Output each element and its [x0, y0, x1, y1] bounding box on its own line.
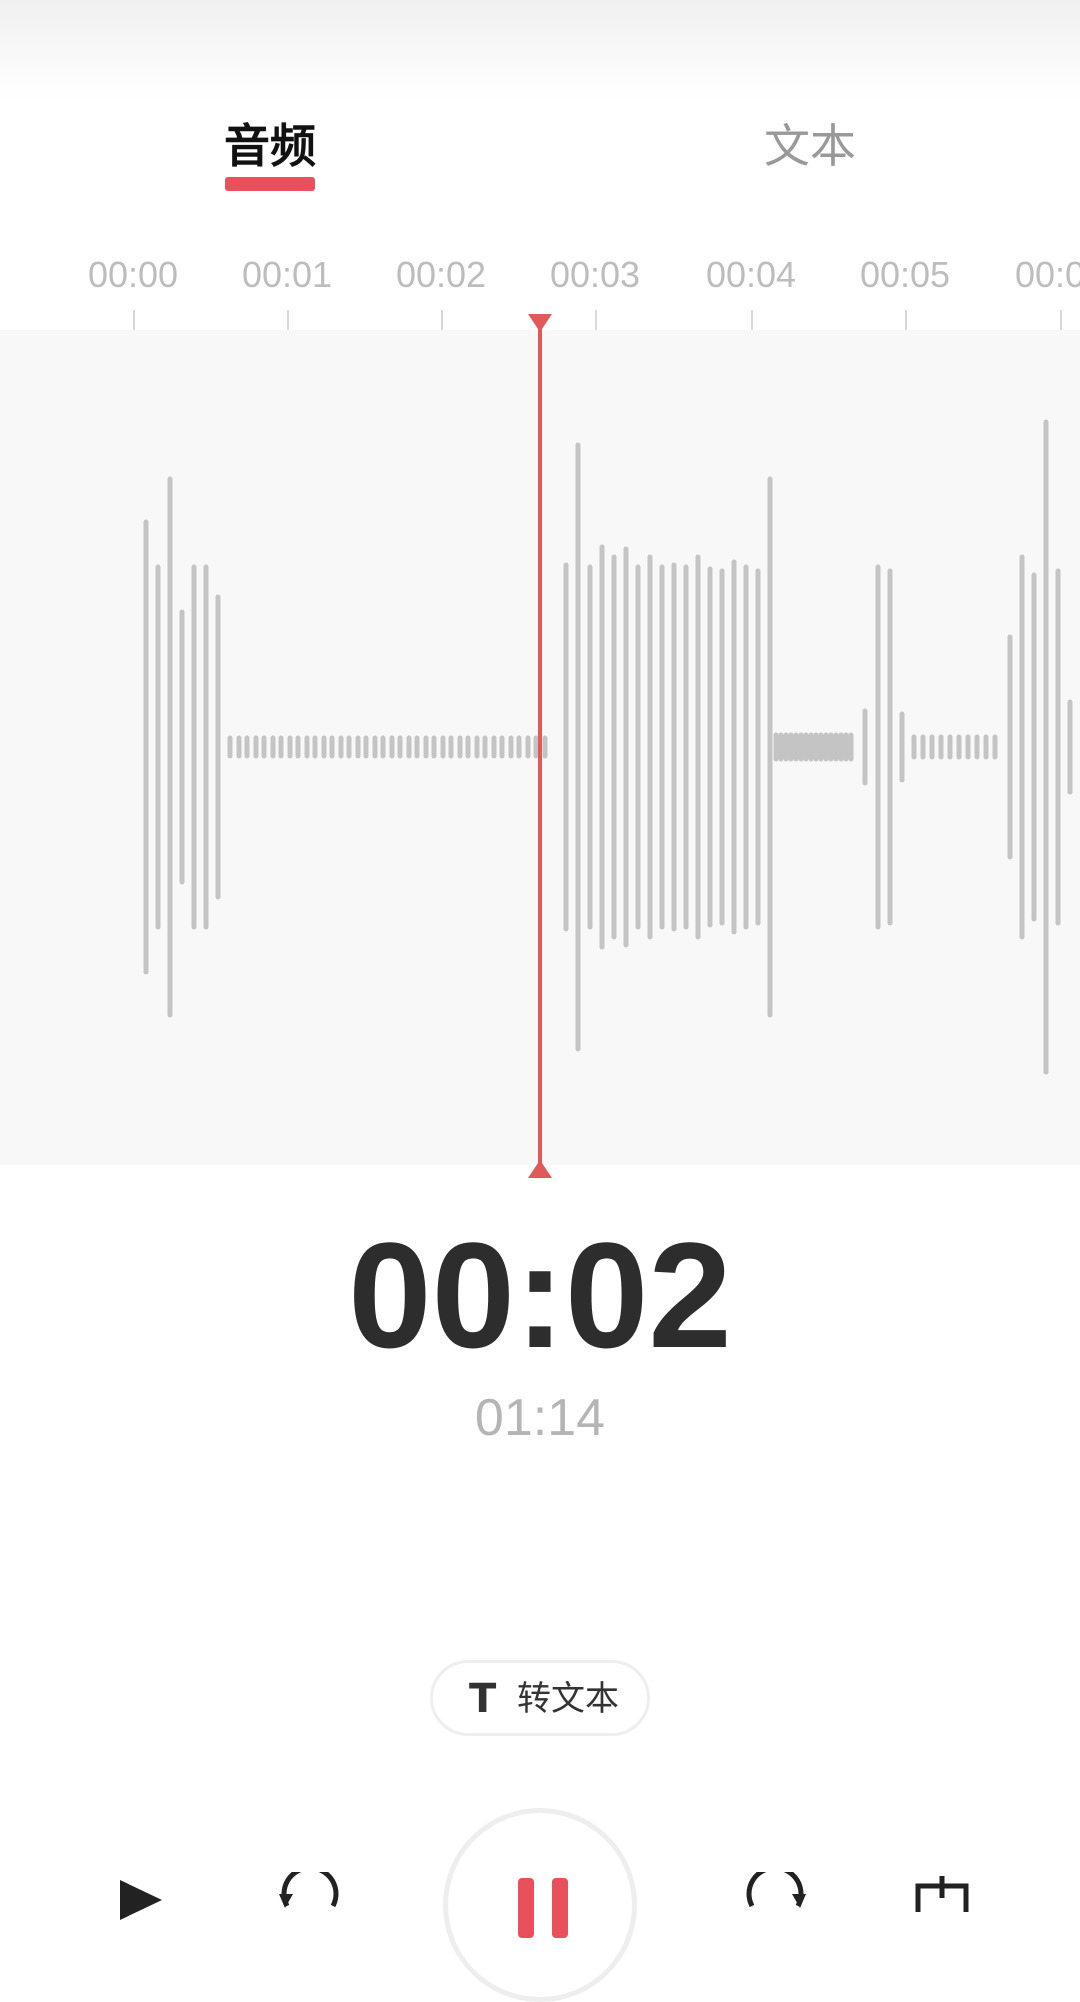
timeline-tick	[441, 310, 443, 330]
timeline-label: 00:00	[87, 254, 179, 295]
tab-text[interactable]: 文本	[740, 115, 880, 200]
transcribe-button[interactable]: T 转文本	[430, 1660, 650, 1736]
total-duration: 01:14	[474, 1389, 606, 1447]
transcribe-label: 转文本	[517, 1679, 619, 1719]
timeline-tick	[1060, 310, 1062, 330]
playhead-handle-bottom[interactable]	[528, 1160, 552, 1178]
rewind-icon[interactable]	[275, 1865, 345, 1916]
timeline-label: 00:03	[549, 254, 641, 295]
timeline-tick	[751, 310, 753, 330]
timeline-label: 00:01	[241, 254, 333, 295]
timeline-label: 00:02	[395, 254, 487, 295]
playhead[interactable]	[538, 318, 542, 1178]
timeline-tick	[595, 310, 597, 330]
top-bar	[0, 0, 1080, 100]
share-icon[interactable]	[912, 1872, 972, 1919]
timeline-label: 00:06	[1014, 254, 1080, 295]
current-time: 00:02	[348, 1211, 732, 1379]
timeline-tick	[287, 310, 289, 330]
forward-icon[interactable]	[740, 1865, 810, 1916]
play-icon[interactable]	[112, 1880, 172, 1924]
tab-active-indicator	[225, 177, 315, 191]
playhead-handle-top[interactable]	[528, 314, 552, 332]
timeline-tick	[133, 310, 135, 330]
timeline-label: 00:05	[859, 254, 951, 295]
text-icon: T	[469, 1676, 497, 1722]
timeline-tick	[905, 310, 907, 330]
pause-icon	[518, 1878, 534, 1938]
pause-button[interactable]	[443, 1808, 637, 2002]
timeline-label: 00:04	[705, 254, 797, 295]
